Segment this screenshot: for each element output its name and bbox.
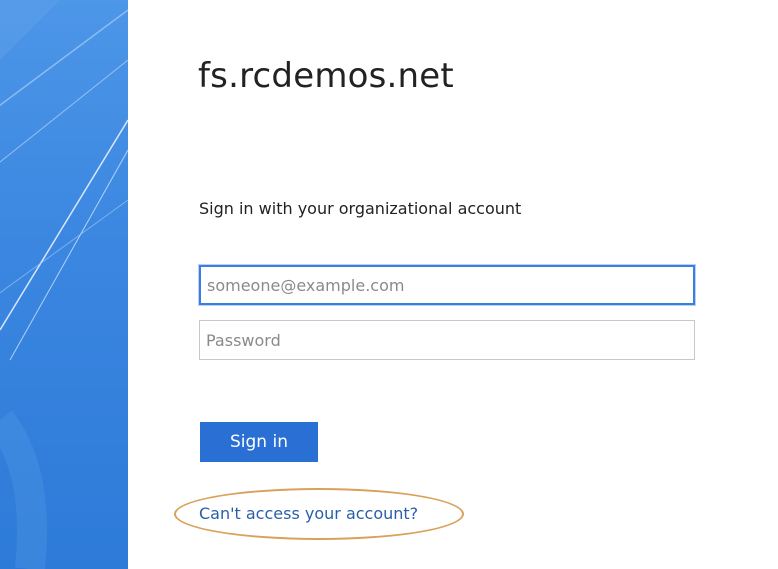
email-field[interactable]: [199, 265, 695, 305]
branding-side-panel: [0, 0, 128, 569]
sign-in-button[interactable]: Sign in: [200, 422, 318, 462]
decorative-lines-illustration: [0, 0, 128, 569]
page-title: fs.rcdemos.net: [198, 56, 454, 96]
sign-in-heading: Sign in with your organizational account: [199, 199, 522, 218]
password-field[interactable]: [199, 320, 695, 360]
sign-in-panel: fs.rcdemos.net Sign in with your organiz…: [128, 0, 778, 569]
cant-access-account-link[interactable]: Can't access your account?: [199, 504, 418, 523]
